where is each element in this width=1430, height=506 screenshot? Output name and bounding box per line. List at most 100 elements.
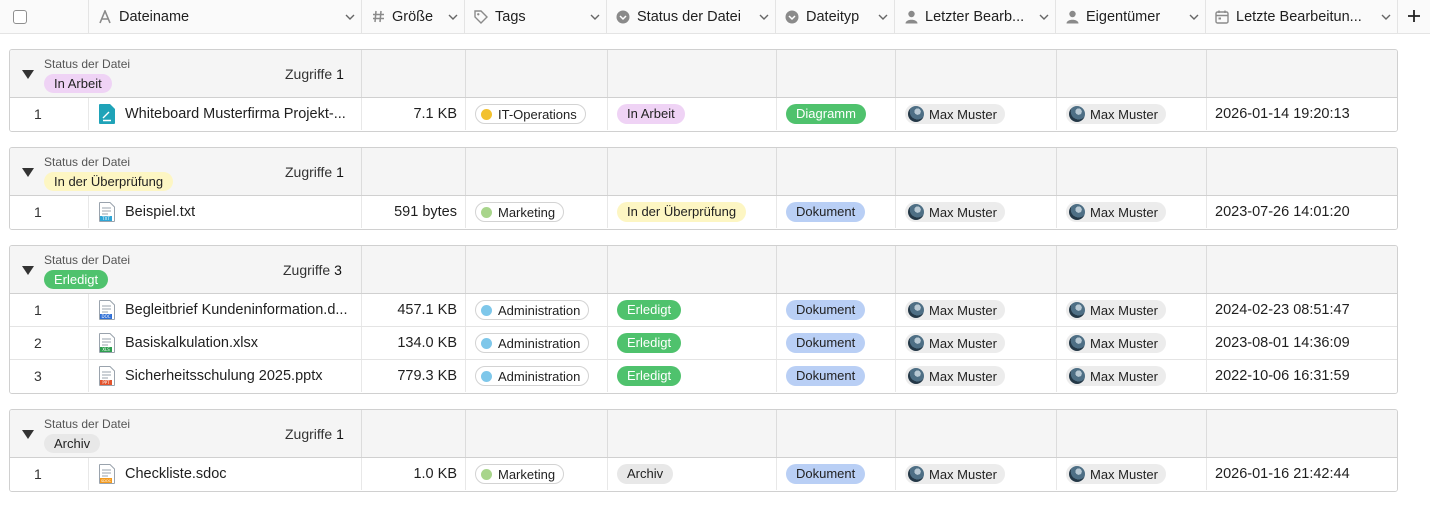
header-col-tags[interactable]: Tags: [465, 0, 607, 33]
editor-cell[interactable]: Max Muster: [896, 458, 1057, 490]
table-row[interactable]: 1 TXT Beispiel.txt 591 bytes Marketing I…: [10, 196, 1397, 229]
type-cell[interactable]: Dokument: [777, 294, 896, 326]
chevron-down-icon[interactable]: [442, 14, 464, 20]
owner-cell[interactable]: Max Muster: [1057, 360, 1207, 392]
status-cell[interactable]: In der Überprüfung: [608, 196, 777, 228]
type-cell[interactable]: Dokument: [777, 360, 896, 392]
table-row[interactable]: 3 PPT Sicherheitsschulung 2025.pptx 779.…: [10, 360, 1397, 393]
user-chip: Max Muster: [1066, 104, 1166, 124]
table-row[interactable]: 1 DOC Begleitbrief Kundeninformation.d..…: [10, 294, 1397, 327]
owner-cell[interactable]: Max Muster: [1057, 98, 1207, 130]
status-pill: Erledigt: [617, 333, 682, 353]
filename-cell[interactable]: SDOC Checkliste.sdoc: [89, 458, 362, 490]
count-label: Zugriffe: [285, 66, 333, 82]
type-cell[interactable]: Dokument: [777, 196, 896, 228]
chevron-down-icon[interactable]: [339, 14, 361, 20]
status-pill: Erledigt: [617, 366, 682, 386]
svg-text:DOC: DOC: [101, 314, 110, 319]
tags-cell[interactable]: Marketing: [466, 196, 608, 228]
filename-text: Beispiel.txt: [125, 204, 196, 220]
owner-cell[interactable]: Max Muster: [1057, 294, 1207, 326]
editor-cell[interactable]: Max Muster: [896, 98, 1057, 130]
filename-cell[interactable]: PPT Sicherheitsschulung 2025.pptx: [89, 360, 362, 392]
filename-cell[interactable]: XLS Basiskalkulation.xlsx: [89, 327, 362, 359]
sdoc-file-icon: SDOC: [99, 464, 115, 484]
editor-cell[interactable]: Max Muster: [896, 327, 1057, 359]
tag-text: Marketing: [498, 204, 556, 220]
owner-cell[interactable]: Max Muster: [1057, 196, 1207, 228]
status-cell[interactable]: Erledigt: [608, 360, 777, 392]
type-pill: Dokument: [786, 333, 866, 353]
collapse-triangle-icon[interactable]: [22, 70, 34, 79]
avatar: [1069, 204, 1085, 220]
tags-cell[interactable]: Administration: [466, 294, 608, 326]
table-row[interactable]: 1 Whiteboard Musterfirma Projekt-... 7.1…: [10, 98, 1397, 131]
avatar: [1069, 302, 1085, 318]
status-cell[interactable]: In Arbeit: [608, 98, 777, 130]
filename-cell[interactable]: DOC Begleitbrief Kundeninformation.d...: [89, 294, 362, 326]
txt-file-icon: TXT: [99, 202, 115, 222]
type-cell[interactable]: Diagramm: [777, 98, 896, 130]
editor-cell[interactable]: Max Muster: [896, 196, 1057, 228]
chevron-down-icon[interactable]: [753, 14, 775, 20]
tag-text: Administration: [498, 302, 581, 318]
header-col-groesse[interactable]: Größe: [362, 0, 465, 33]
table-row[interactable]: 2 XLS Basiskalkulation.xlsx 134.0 KB Adm…: [10, 327, 1397, 360]
tag-color-dot: [481, 108, 492, 120]
chevron-down-icon[interactable]: [1183, 14, 1205, 20]
header-col-letzte-bearbeitung[interactable]: Letzte Bearbeitun...: [1206, 0, 1398, 33]
user-chip: Max Muster: [905, 300, 1005, 320]
user-name: Max Muster: [1090, 204, 1158, 220]
tag-text: Administration: [498, 368, 581, 384]
header-col-eigentuemer[interactable]: Eigentümer: [1056, 0, 1206, 33]
table-row[interactable]: 1 SDOC Checkliste.sdoc 1.0 KB Marketing …: [10, 458, 1397, 491]
header-col-letzter-bearbeiter[interactable]: Letzter Bearb...: [895, 0, 1056, 33]
editor-cell[interactable]: Max Muster: [896, 360, 1057, 392]
collapse-triangle-icon[interactable]: [22, 266, 34, 275]
svg-text:PPT: PPT: [102, 380, 110, 385]
person-icon: [903, 9, 919, 25]
header-col-status[interactable]: Status der Datei: [607, 0, 776, 33]
status-cell[interactable]: Archiv: [608, 458, 777, 490]
owner-cell[interactable]: Max Muster: [1057, 327, 1207, 359]
tags-cell[interactable]: IT-Operations: [466, 98, 608, 130]
type-cell[interactable]: Dokument: [777, 327, 896, 359]
chevron-down-icon[interactable]: [584, 14, 606, 20]
header-col-dateiname[interactable]: Dateiname: [89, 0, 362, 33]
filename-text: Sicherheitsschulung 2025.pptx: [125, 368, 323, 384]
collapse-triangle-icon[interactable]: [22, 168, 34, 177]
tags-cell[interactable]: Administration: [466, 327, 608, 359]
type-cell[interactable]: Dokument: [777, 458, 896, 490]
header-col-dateityp[interactable]: Dateityp: [776, 0, 895, 33]
tags-cell[interactable]: Administration: [466, 360, 608, 392]
group-label: Status der Datei: [44, 155, 131, 169]
row-number: 1: [10, 458, 89, 490]
add-column-icon[interactable]: [1404, 6, 1424, 26]
avatar: [908, 368, 924, 384]
size-cell: 779.3 KB: [362, 360, 466, 392]
tags-cell[interactable]: Marketing: [466, 458, 608, 490]
filename-cell[interactable]: Whiteboard Musterfirma Projekt-...: [89, 98, 362, 130]
header-label: Letzte Bearbeitun...: [1236, 8, 1362, 25]
count-value: 3: [334, 262, 342, 278]
hash-icon: [370, 9, 386, 25]
tag-color-dot: [481, 304, 492, 316]
header-label: Eigentümer: [1086, 8, 1161, 25]
filename-text: Whiteboard Musterfirma Projekt-...: [125, 106, 346, 122]
type-pill: Diagramm: [786, 104, 866, 124]
chevron-down-icon[interactable]: [872, 14, 894, 20]
status-cell[interactable]: Erledigt: [608, 327, 777, 359]
collapse-triangle-icon[interactable]: [22, 430, 34, 439]
owner-cell[interactable]: Max Muster: [1057, 458, 1207, 490]
group-erledigt: Status der Datei Erledigt Zugriffe 3 1 D…: [9, 245, 1398, 394]
chevron-down-icon[interactable]: [1375, 14, 1397, 20]
status-cell[interactable]: Erledigt: [608, 294, 777, 326]
count-label: Zugriffe: [285, 164, 333, 180]
filename-cell[interactable]: TXT Beispiel.txt: [89, 196, 362, 228]
header-label: Letzter Bearb...: [925, 8, 1025, 25]
status-pill: In der Überprüfung: [617, 202, 747, 222]
editor-cell[interactable]: Max Muster: [896, 294, 1057, 326]
avatar: [1069, 106, 1085, 122]
date-cell: 2023-08-01 14:36:09: [1215, 335, 1350, 351]
chevron-down-icon[interactable]: [1033, 14, 1055, 20]
